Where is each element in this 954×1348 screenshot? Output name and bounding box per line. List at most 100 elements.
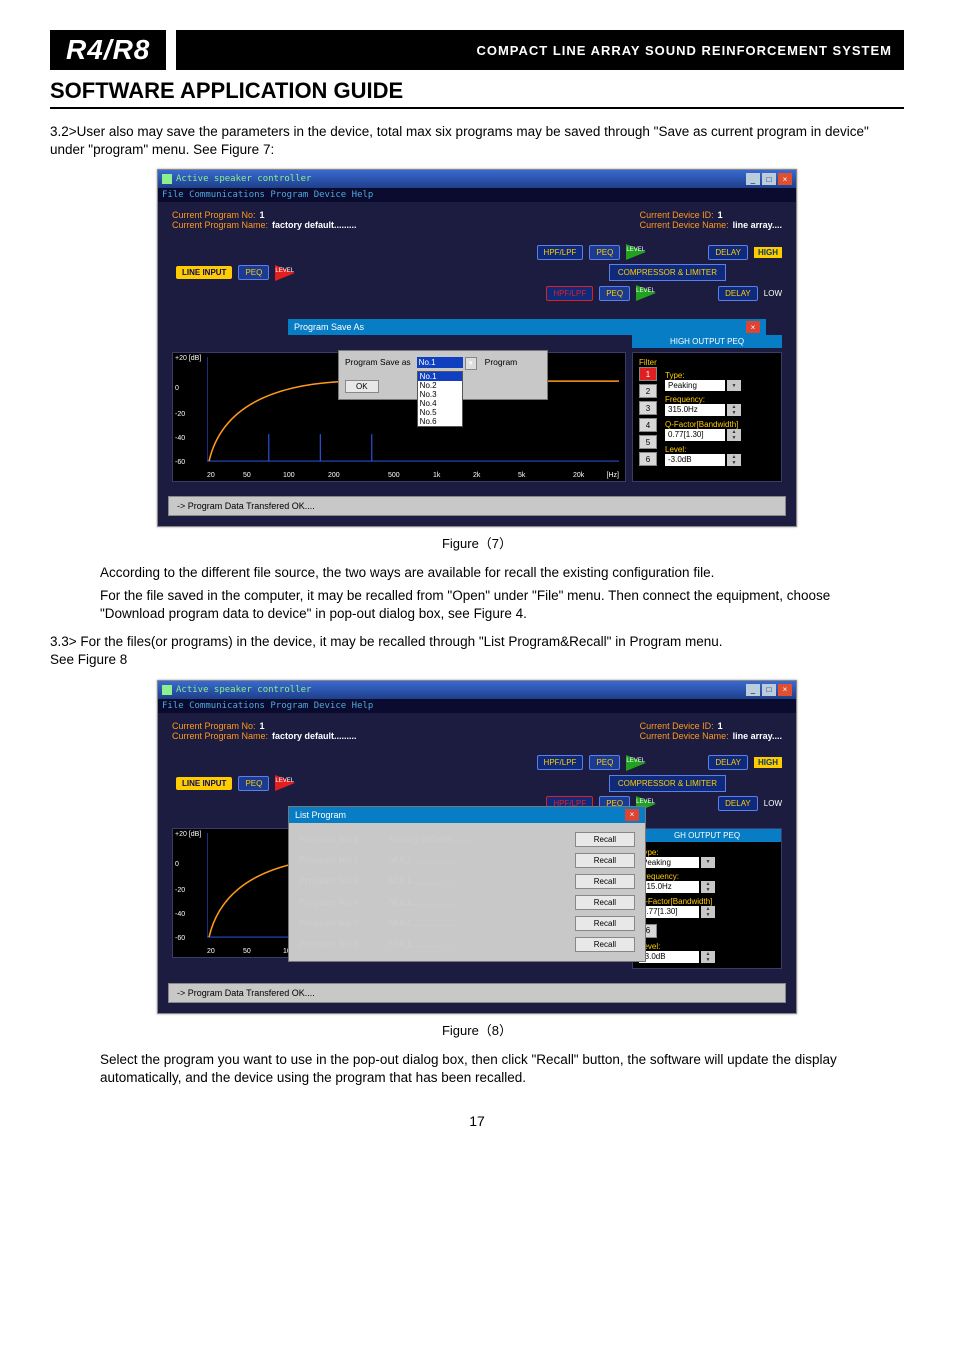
x-5k: 5k	[518, 472, 525, 479]
program-save-dialog: Program Save as No.1 ▼ No.1 No.2 No.3 No…	[338, 350, 548, 400]
peq-low[interactable]: PEQ	[599, 286, 630, 301]
level-main[interactable]: LEVEL	[275, 265, 295, 281]
q-label: Q-Factor[Bandwidth]	[665, 420, 775, 429]
program-label: Program No.3	[299, 876, 389, 886]
peq-high[interactable]: PEQ	[589, 245, 620, 260]
page-header: R4/R8 COMPACT LINE ARRAY SOUND REINFORCE…	[50, 30, 904, 70]
current-device-name: line array....	[733, 220, 782, 230]
titlebar: Active speaker controller _ □ ×	[158, 170, 796, 188]
current-device-id: 1	[718, 210, 723, 220]
low-output-label: LOW	[764, 289, 782, 298]
recall-button[interactable]: Recall	[575, 937, 635, 952]
delay-high[interactable]: DELAY	[708, 245, 748, 260]
save-opt-4[interactable]: No.4	[418, 399, 462, 408]
peq-high-f8[interactable]: PEQ	[589, 755, 620, 770]
compressor-limiter[interactable]: COMPRESSOR & LIMITER	[609, 264, 726, 281]
save-dialog-close[interactable]: ×	[746, 321, 760, 333]
peq-main-f8[interactable]: PEQ	[238, 776, 269, 791]
type-dropdown-icon-f8[interactable]: ▼	[701, 857, 715, 868]
top-info: Current Program No:1 Current Program Nam…	[158, 202, 796, 232]
compressor-limiter-f8[interactable]: COMPRESSOR & LIMITER	[609, 775, 726, 792]
level-low[interactable]: LEVEL	[636, 285, 656, 301]
recall-button[interactable]: Recall	[575, 895, 635, 910]
type-select[interactable]: Peaking	[665, 380, 725, 391]
close-button-f8[interactable]: ×	[778, 684, 792, 696]
level-input[interactable]: -3.0dB	[665, 454, 725, 466]
list-dialog-close[interactable]: ×	[625, 809, 639, 821]
figure-8-caption: Figure（8）	[50, 1020, 904, 1039]
menubar[interactable]: File Communications Program Device Help	[158, 188, 796, 202]
recall-button[interactable]: Recall	[575, 916, 635, 931]
status-bar: -> Program Data Transfered OK....	[168, 496, 786, 516]
recall-button[interactable]: Recall	[575, 853, 635, 868]
save-slot-options[interactable]: No.1 No.2 No.3 No.4 No.5 No.6	[417, 371, 463, 427]
q-spinner[interactable]: ▲▼	[727, 429, 741, 441]
filter-label: Filter	[639, 358, 775, 367]
list-row: Program No.5NULL.................Recall	[299, 913, 635, 934]
save-opt-5[interactable]: No.5	[418, 408, 462, 417]
header-gap	[166, 30, 176, 70]
high-output-label: HIGH	[754, 247, 782, 258]
minimize-button[interactable]: _	[746, 173, 760, 185]
freq-input[interactable]: 315.0Hz	[665, 404, 725, 416]
line-input[interactable]: LINE INPUT	[176, 266, 232, 279]
x-100: 100	[283, 472, 295, 479]
hpflpf-high-f8[interactable]: HPF/LPF	[537, 755, 584, 770]
q-input[interactable]: 0.77[1.30]	[665, 429, 725, 441]
save-dialog-titlebar: Program Save As ×	[288, 319, 766, 335]
y-m60: -60	[175, 459, 185, 466]
save-opt-1[interactable]: No.1	[418, 372, 462, 381]
level-high-f8[interactable]: LEVEL	[626, 755, 646, 771]
hpflpf-low[interactable]: HPF/LPF	[546, 286, 593, 301]
program-label: Program No.1	[299, 834, 389, 844]
filter-btn-3[interactable]: 3	[639, 401, 657, 415]
filter-btn-5[interactable]: 5	[639, 435, 657, 449]
filter-btn-2[interactable]: 2	[639, 384, 657, 398]
q-spinner-f8[interactable]: ▲▼	[701, 906, 715, 918]
current-device-name-label: Current Device Name:	[640, 220, 729, 230]
type-select-f8[interactable]: Peaking	[639, 857, 699, 868]
maximize-button-f8[interactable]: □	[762, 684, 776, 696]
line-input-f8[interactable]: LINE INPUT	[176, 777, 232, 790]
save-opt-6[interactable]: No.6	[418, 417, 462, 426]
save-opt-2[interactable]: No.2	[418, 381, 462, 390]
dropdown-icon[interactable]: ▼	[465, 357, 477, 370]
program-name: NULL.................	[389, 876, 575, 886]
freq-input-f8[interactable]: 315.0Hz	[639, 881, 699, 893]
recall-button[interactable]: Recall	[575, 874, 635, 889]
filter-btn-1[interactable]: 1	[639, 367, 657, 381]
freq-spinner-f8[interactable]: ▲▼	[701, 881, 715, 893]
level-main-f8[interactable]: LEVEL	[275, 775, 295, 791]
level-spinner[interactable]: ▲▼	[727, 454, 741, 466]
hpflpf-high[interactable]: HPF/LPF	[537, 245, 584, 260]
save-ok-button[interactable]: OK	[345, 380, 379, 393]
maximize-button[interactable]: □	[762, 173, 776, 185]
recall-button[interactable]: Recall	[575, 832, 635, 847]
menubar-f8[interactable]: File Communications Program Device Help	[158, 699, 796, 713]
minimize-button-f8[interactable]: _	[746, 684, 760, 696]
q-input-f8[interactable]: 0.77[1.30]	[639, 906, 699, 918]
program-name: factory default.........	[389, 834, 575, 844]
delay-low-f8[interactable]: DELAY	[718, 796, 758, 811]
filter-btn-6[interactable]: 6	[639, 452, 657, 466]
subtitle-label: COMPACT LINE ARRAY SOUND REINFORCEMENT S…	[176, 30, 904, 70]
delay-low[interactable]: DELAY	[718, 286, 758, 301]
paragraph-after-f8: Select the program you want to use in th…	[100, 1051, 874, 1087]
level-high[interactable]: LEVEL	[626, 244, 646, 260]
save-opt-3[interactable]: No.3	[418, 390, 462, 399]
delay-high-f8[interactable]: DELAY	[708, 755, 748, 770]
freq-spinner[interactable]: ▲▼	[727, 404, 741, 416]
save-slot-select[interactable]: No.1 ▼ No.1 No.2 No.3 No.4 No.5 No.6	[417, 357, 463, 368]
type-dropdown-icon[interactable]: ▼	[727, 380, 741, 391]
current-program-name: factory default.........	[272, 220, 357, 230]
hz-label: [Hz]	[607, 472, 619, 479]
filter-btn-4[interactable]: 4	[639, 418, 657, 432]
app-icon-f8	[162, 685, 172, 695]
x-200: 200	[328, 472, 340, 479]
level-spinner-f8[interactable]: ▲▼	[701, 951, 715, 963]
window-buttons: _ □ ×	[746, 173, 792, 185]
close-button[interactable]: ×	[778, 173, 792, 185]
peq-main[interactable]: PEQ	[238, 265, 269, 280]
level-input-f8[interactable]: -3.0dB	[639, 951, 699, 963]
list-program-dialog: List Program × Program No.1factory defau…	[288, 806, 646, 962]
